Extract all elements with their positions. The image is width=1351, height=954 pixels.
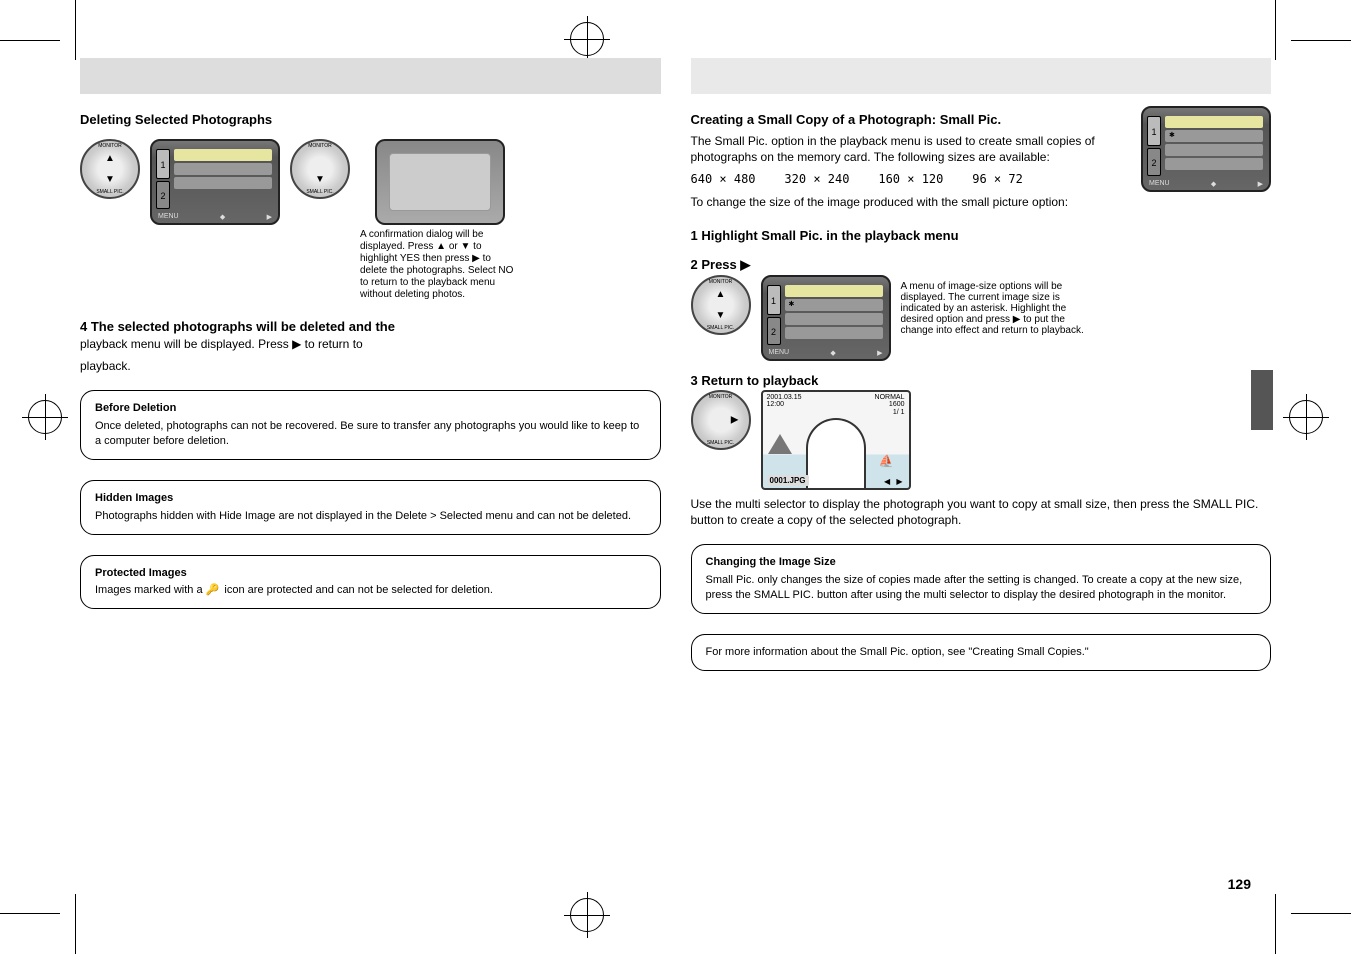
more-info-text: For more information about the Small Pic… [706,645,1257,660]
step4-illustration-row: MONITOR SMALL PIC. ▲ ▼ 1 2 MENU ◆ ▶ [80,139,661,301]
crop-mark [1291,40,1351,41]
right-step2-illustration-row: MONITOR SMALL PIC. ▲ ▼ 1 2 ✱ MENU◆▶ A me… [691,275,1272,361]
small-pic-sizes-row: 640 × 480 320 × 240 160 × 120 96 × 72 [691,171,1122,187]
right-step2-title: 2 Press ▶ [691,257,1272,273]
hidden-images-text: Photographs hidden with Hide Image are n… [95,509,646,524]
right-step3-illustration-row: MONITOR SMALL PIC. ▶ 2001.03.15 12:00 NO… [691,390,1272,490]
manual-spread: Deleting Selected Photographs MONITOR SM… [20,48,1331,906]
dial-illustration-2: MONITOR SMALL PIC. ▼ [290,139,350,199]
right-page-column: Creating a Small Copy of a Photograph: S… [691,58,1272,896]
small-pic-intro-2: To change the size of the image produced… [691,194,1122,210]
before-deletion-title: Before Deletion [95,401,646,416]
dial-illustration-1: MONITOR SMALL PIC. ▲ ▼ [80,139,140,199]
lcd-preview-illustration: A confirmation dialog will be displayed.… [360,139,520,301]
crop-mark [1291,913,1351,914]
more-info-box: For more information about the Small Pic… [691,634,1272,671]
multi-selector-dial-icon: MONITOR SMALL PIC. ▶ [691,390,751,450]
crop-mark [0,40,60,41]
multi-selector-dial-icon: MONITOR SMALL PIC. ▲ ▼ [80,139,140,199]
photo-mode-info: NORMAL 1600 1/ 1 [875,394,905,417]
small-pic-intro: The Small Pic. option in the playback me… [691,133,1122,165]
hidden-images-title: Hidden Images [95,491,646,506]
lcd-size-options-menu: 1 2 ✱ MENU◆▶ [761,275,891,361]
lcd-confirm-screen [375,139,505,225]
mountain-icon [768,434,792,454]
photo-nav-arrows: ◀ ▶ [884,477,905,486]
sailboat-icon: ⛵ [879,454,894,468]
right-step3-tail-text: Use the multi selector to display the ph… [691,496,1272,528]
deleting-selected-heading: Deleting Selected Photographs [80,112,661,127]
changing-image-size-title: Changing the Image Size [706,555,1257,570]
photo-date-time: 2001.03.15 12:00 [767,394,802,409]
right-step1-title: 1 Highlight Small Pic. in the playback m… [691,228,1272,243]
left-header-bar [80,58,661,94]
lcd-smallpic-menu: 1 2 ✱ MENU ◆▶ [1141,106,1271,192]
changing-image-size-text: Small Pic. only changes the size of copi… [706,573,1257,603]
confirm-dialog-caption: A confirmation dialog will be displayed.… [360,229,520,301]
left-page-column: Deleting Selected Photographs MONITOR SM… [80,58,661,896]
right-step2-caption: A menu of image-size options will be dis… [901,281,1101,336]
multi-selector-dial-icon: MONITOR SMALL PIC. ▲ ▼ [691,275,751,335]
step4-body-line-3: playback. [80,358,661,374]
photo-filename-stamp: 0001.JPG [767,475,809,486]
protected-images-text-part2: icon are protected and can not be select… [224,584,492,596]
right-header-bar [691,58,1272,94]
small-pic-heading: Creating a Small Copy of a Photograph: S… [691,112,1122,127]
lcd-playback-menu: 1 2 MENU ◆ ▶ [150,139,280,225]
small-pic-top-lcd: 1 2 ✱ MENU ◆▶ [1141,106,1271,216]
page-number: 129 [1228,876,1251,892]
protected-images-text: Images marked with a icon are protected … [95,583,646,598]
before-deletion-text: Once deleted, photographs can not be rec… [95,419,646,449]
step4-heading-line: 4 The selected photographs will be delet… [80,319,661,334]
protected-images-text-part1: Images marked with a [95,584,206,596]
hidden-images-box: Hidden Images Photographs hidden with Hi… [80,480,661,535]
key-icon [206,584,222,596]
multi-selector-dial-icon: MONITOR SMALL PIC. ▼ [290,139,350,199]
right-step3-title: 3 Return to playback [691,373,1272,388]
lcd-menu-illustration-1: 1 2 MENU ◆ ▶ [150,139,280,225]
before-deletion-box: Before Deletion Once deleted, photograph… [80,390,661,460]
changing-image-size-box: Changing the Image Size Small Pic. only … [691,544,1272,614]
step4-body-line-2: playback menu will be displayed. Press ▶… [80,336,661,352]
playback-photo-preview: 2001.03.15 12:00 NORMAL 1600 1/ 1 ⛵ 0001… [761,390,911,490]
crop-mark [0,913,60,914]
protected-images-box: Protected Images Images marked with a ic… [80,555,661,610]
protected-images-title: Protected Images [95,566,646,581]
person-figure-icon [806,418,866,488]
